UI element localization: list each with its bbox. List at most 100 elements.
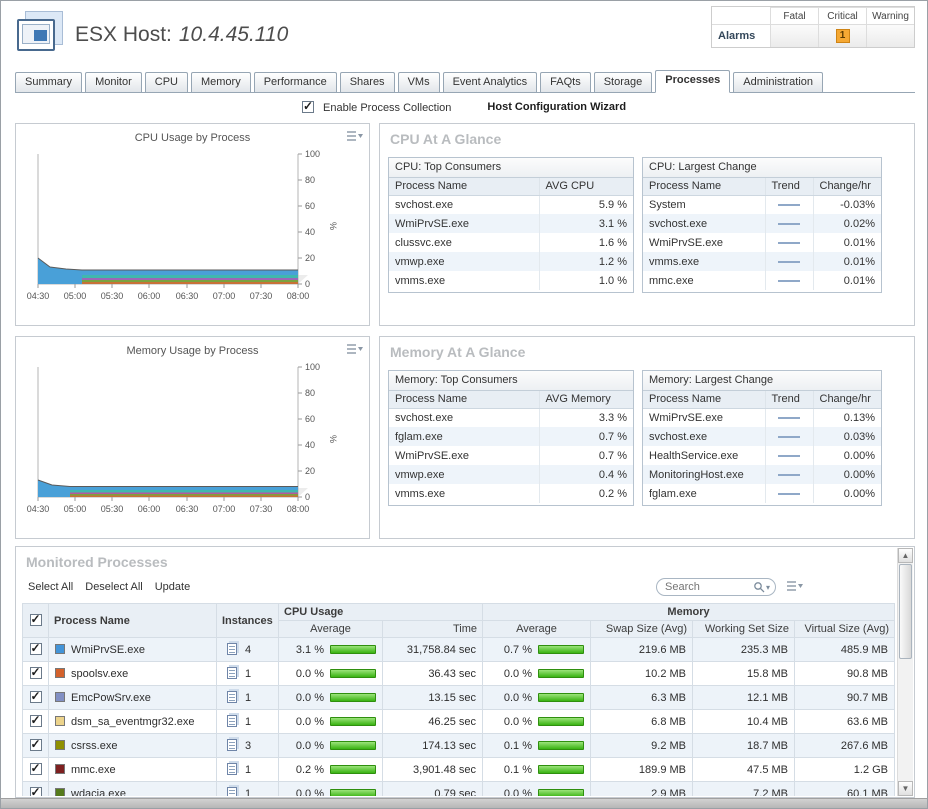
column-header-working-set[interactable]: Working Set Size — [693, 621, 795, 638]
table-row[interactable]: WmiPrvSE.exe3.1 % — [389, 214, 633, 233]
table-row[interactable]: vmms.exe0.2 % — [389, 484, 633, 503]
memory-usage-bar — [538, 717, 584, 726]
memory-largest-change-panel: Memory: Largest Change Process Name Tren… — [642, 370, 882, 506]
column-header-process-name[interactable]: Process Name — [643, 391, 765, 408]
table-row[interactable]: vmms.exe0.01% — [643, 252, 881, 271]
host-ip: 10.4.45.110 — [179, 23, 288, 46]
row-checkbox[interactable] — [30, 787, 42, 796]
tab-vms[interactable]: VMs — [398, 72, 440, 92]
process-row[interactable]: csrss.exe 3 0.0 % 174.13 sec 0.1 % 9.2 M… — [23, 734, 895, 758]
process-row[interactable]: spoolsv.exe 1 0.0 % 36.43 sec 0.0 % 10.2… — [23, 662, 895, 686]
scrollbar-thumb[interactable] — [899, 564, 912, 659]
tab-memory[interactable]: Memory — [191, 72, 251, 92]
x-tick: 04:30 — [27, 291, 50, 301]
tab-shares[interactable]: Shares — [340, 72, 395, 92]
instances-icon — [227, 643, 237, 655]
scroll-down-button[interactable]: ▼ — [898, 781, 913, 796]
table-row[interactable]: vmwp.exe1.2 % — [389, 252, 633, 271]
table-row[interactable]: WmiPrvSE.exe0.01% — [643, 233, 881, 252]
select-all-link[interactable]: Select All — [28, 581, 73, 593]
process-row[interactable]: mmc.exe 1 0.2 % 3,901.48 sec 0.1 % 189.9… — [23, 758, 895, 782]
column-header-swap-size[interactable]: Swap Size (Avg) — [591, 621, 693, 638]
column-header-process-name[interactable]: Process Name — [643, 178, 765, 195]
search-input[interactable] — [665, 581, 753, 593]
column-header-time[interactable]: Time — [383, 621, 483, 638]
memory-chart-title: Memory Usage by Process — [16, 345, 369, 357]
critical-count-badge[interactable]: 1 — [836, 29, 850, 43]
trend-cell — [765, 271, 813, 290]
vertical-scrollbar[interactable]: ▲ ▼ — [897, 548, 913, 796]
host-configuration-wizard-link[interactable]: Host Configuration Wizard — [487, 101, 626, 113]
table-row[interactable]: svchost.exe3.3 % — [389, 408, 633, 427]
column-header-memory-average[interactable]: Average — [483, 621, 591, 638]
chart-options-icon[interactable] — [346, 130, 363, 142]
tab-storage[interactable]: Storage — [594, 72, 653, 92]
tab-monitor[interactable]: Monitor — [85, 72, 142, 92]
process-row[interactable]: wdacia.exe 1 0.0 % 0.79 sec 0.0 % 2.9 MB… — [23, 782, 895, 797]
enable-process-collection[interactable]: Enable Process Collection — [302, 101, 451, 114]
table-row[interactable]: svchost.exe0.02% — [643, 214, 881, 233]
table-row[interactable]: WmiPrvSE.exe0.7 % — [389, 446, 633, 465]
process-table-area: Process Name Instances CPU Usage Memory … — [22, 603, 898, 796]
table-options-icon[interactable] — [786, 580, 803, 592]
tab-performance[interactable]: Performance — [254, 72, 337, 92]
table-row[interactable]: clussvc.exe1.6 % — [389, 233, 633, 252]
tab-summary[interactable]: Summary — [15, 72, 82, 92]
column-header-trend[interactable]: Trend — [765, 391, 813, 408]
column-header-cpu-average[interactable]: Average — [279, 621, 383, 638]
tab-faqts[interactable]: FAQts — [540, 72, 591, 92]
tab-processes[interactable]: Processes — [655, 70, 730, 93]
row-checkbox[interactable] — [30, 739, 42, 751]
alarms-warning-cell[interactable] — [866, 24, 914, 47]
deselect-all-link[interactable]: Deselect All — [85, 581, 142, 593]
scroll-up-button[interactable]: ▲ — [898, 548, 913, 563]
change-per-hour: 0.03% — [813, 427, 881, 446]
tab-event-analytics[interactable]: Event Analytics — [443, 72, 538, 92]
table-row[interactable]: svchost.exe0.03% — [643, 427, 881, 446]
column-header-virtual-size[interactable]: Virtual Size (Avg) — [795, 621, 895, 638]
column-header-change-hr[interactable]: Change/hr — [813, 391, 881, 408]
row-checkbox[interactable] — [30, 715, 42, 727]
enable-process-collection-checkbox[interactable] — [302, 101, 314, 113]
row-checkbox[interactable] — [30, 667, 42, 679]
column-header-change-hr[interactable]: Change/hr — [813, 178, 881, 195]
table-row[interactable]: System-0.03% — [643, 195, 881, 214]
process-row[interactable]: WmiPrvSE.exe 4 3.1 % 31,758.84 sec 0.7 %… — [23, 638, 895, 662]
alarms-critical-cell[interactable]: 1 — [818, 24, 866, 47]
column-header-instances[interactable]: Instances — [217, 604, 279, 638]
process-row[interactable]: dsm_sa_eventmgr32.exe 1 0.0 % 46.25 sec … — [23, 710, 895, 734]
column-header-avg-cpu[interactable]: AVG CPU — [539, 178, 633, 195]
table-row[interactable]: vmwp.exe0.4 % — [389, 465, 633, 484]
search-box[interactable]: ▾ — [656, 578, 776, 596]
chart-options-icon[interactable] — [346, 343, 363, 355]
process-name: WmiPrvSE.exe — [643, 233, 765, 252]
column-header-process-name[interactable]: Process Name — [49, 604, 217, 638]
row-checkbox[interactable] — [30, 691, 42, 703]
select-all-checkbox[interactable] — [30, 614, 42, 626]
row-checkbox[interactable] — [30, 643, 42, 655]
table-row[interactable]: fglam.exe0.7 % — [389, 427, 633, 446]
table-row[interactable]: fglam.exe0.00% — [643, 484, 881, 503]
process-row[interactable]: EmcPowSrv.exe 1 0.0 % 13.15 sec 0.0 % 6.… — [23, 686, 895, 710]
cpu-time-value: 36.43 sec — [383, 662, 483, 686]
row-checkbox[interactable] — [30, 763, 42, 775]
series-color-swatch — [55, 764, 65, 774]
table-row[interactable]: svchost.exe5.9 % — [389, 195, 633, 214]
cpu-usage-bar — [330, 789, 376, 796]
search-icon[interactable] — [753, 581, 765, 593]
column-header-avg-memory[interactable]: AVG Memory — [539, 391, 633, 408]
table-row[interactable]: MonitoringHost.exe0.00% — [643, 465, 881, 484]
table-row[interactable]: vmms.exe1.0 % — [389, 271, 633, 290]
alarms-fatal-cell[interactable] — [770, 24, 818, 47]
update-link[interactable]: Update — [155, 581, 190, 593]
table-row[interactable]: mmc.exe0.01% — [643, 271, 881, 290]
table-row[interactable]: HealthService.exe0.00% — [643, 446, 881, 465]
search-options-caret-icon[interactable]: ▾ — [766, 583, 770, 592]
column-header-process-name[interactable]: Process Name — [389, 391, 539, 408]
tab-cpu[interactable]: CPU — [145, 72, 188, 92]
table-row[interactable]: WmiPrvSE.exe0.13% — [643, 408, 881, 427]
column-header-process-name[interactable]: Process Name — [389, 178, 539, 195]
instances-count: 1 — [245, 788, 251, 796]
column-header-trend[interactable]: Trend — [765, 178, 813, 195]
tab-administration[interactable]: Administration — [733, 72, 823, 92]
